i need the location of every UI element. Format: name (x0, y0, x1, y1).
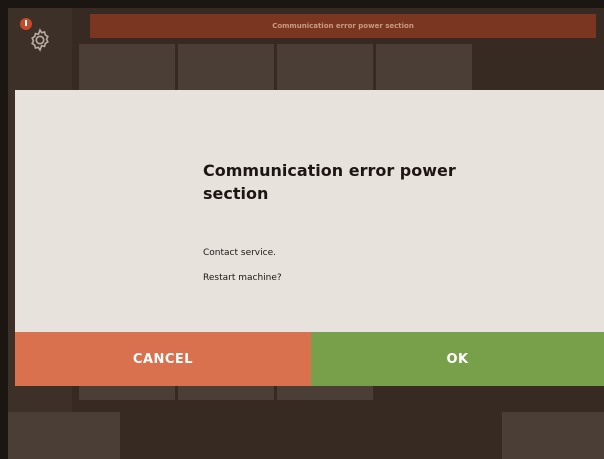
error-banner-text: Communication error power section (272, 22, 414, 30)
bottom-right-button[interactable] (502, 412, 604, 459)
dialog-message-line-2: Restart machine? (203, 273, 282, 283)
settings-button[interactable] (8, 8, 72, 72)
menu-tile[interactable] (376, 44, 472, 90)
error-banner: Communication error power section (90, 14, 596, 38)
gear-icon (31, 28, 49, 52)
menu-tile[interactable] (178, 44, 274, 90)
dialog-title: Communication error power section (203, 161, 456, 203)
dialog-message-line-1: Contact service. (203, 248, 276, 258)
bottom-left-button[interactable] (8, 412, 120, 459)
ok-button[interactable]: OK (311, 332, 604, 386)
menu-tile[interactable] (178, 386, 274, 400)
menu-tile[interactable] (277, 44, 373, 90)
menu-tile[interactable] (277, 386, 373, 400)
cancel-button[interactable]: CANCEL (15, 332, 311, 386)
menu-tile[interactable] (79, 386, 175, 400)
alert-badge-icon (20, 18, 32, 30)
menu-tile[interactable] (79, 44, 175, 90)
